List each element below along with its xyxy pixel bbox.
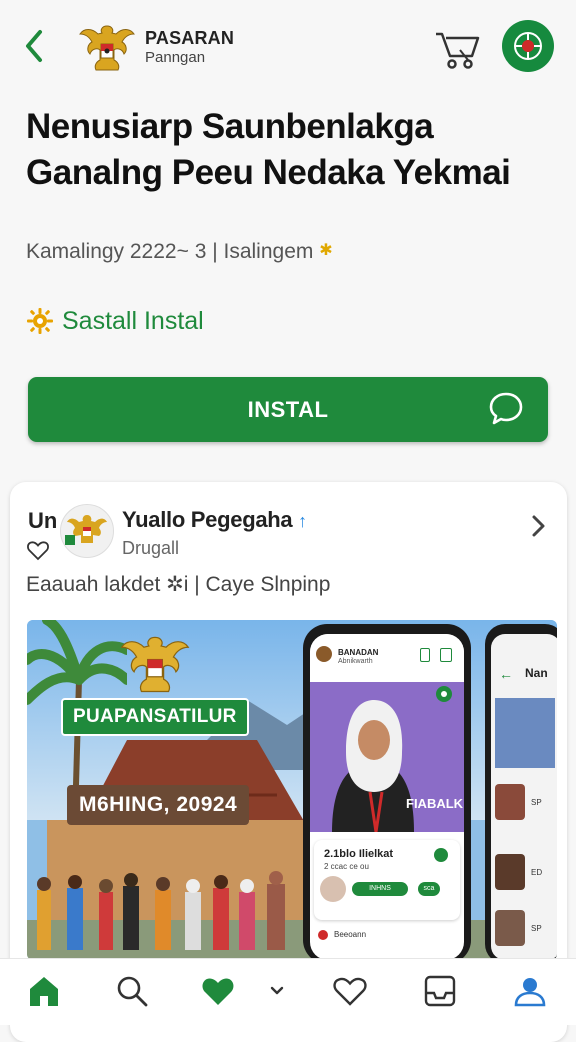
sun-gear-icon xyxy=(27,308,53,334)
bottom-navigation xyxy=(0,958,576,1025)
back-button[interactable] xyxy=(20,26,54,66)
garuda-emblem-icon xyxy=(79,25,135,71)
post-author-name: Yuallo Pegegaha xyxy=(122,507,293,532)
chevron-right-icon[interactable] xyxy=(528,512,548,540)
phone-mockup-main: BANADAN Abnikwarth FIABALK 2.1blo Ilielk… xyxy=(303,624,471,960)
phone-hero: FIABALK xyxy=(310,682,464,833)
install-button-label: INSTAL xyxy=(247,397,329,422)
post-description: Eaauah lakdet ✲i | Caye Slnpinp xyxy=(26,573,331,596)
banner-tag-green: PUAPANSATILUR xyxy=(61,698,249,736)
phone2-label: Nan xyxy=(525,666,548,680)
heart-outline-icon[interactable] xyxy=(26,538,50,562)
phone2-thumb-2 xyxy=(495,854,525,890)
post-author[interactable]: Yuallo Pegegaha ↑ xyxy=(122,507,307,533)
heart-outline-icon[interactable] xyxy=(332,973,368,1009)
phone-mockup-secondary: ← Nan SP ED SP xyxy=(485,624,557,960)
cart-icon xyxy=(436,32,480,69)
install-button[interactable]: INSTAL xyxy=(28,377,548,442)
phone-app-subname: Abnikwarth xyxy=(338,658,373,665)
post-banner-image[interactable]: PUAPANSATILUR M6HING, 20924 BANADAN Abni… xyxy=(27,620,557,960)
phone-location-icon xyxy=(434,848,448,862)
home-icon[interactable] xyxy=(26,973,62,1009)
profile-badge-button[interactable] xyxy=(502,20,554,72)
phone-screen-secondary: ← Nan SP ED SP xyxy=(491,634,557,960)
phone-info-sub: 2 ccac ce ou xyxy=(324,862,369,871)
chevron-left-icon xyxy=(26,30,42,62)
app-meta: Kamalingy 2222~ 3 | Isalingem ✱ xyxy=(26,240,333,264)
inbox-icon[interactable] xyxy=(422,973,458,1009)
phone-app-logo xyxy=(316,646,332,662)
banner-tag-date: M6HING, 20924 xyxy=(67,785,250,825)
phone2-row-2: ED xyxy=(531,868,543,877)
phone2-photo xyxy=(495,698,555,768)
heart-filled-icon[interactable] xyxy=(200,973,236,1009)
phone2-back-icon: ← xyxy=(499,666,513,682)
phone-info-title: 2.1blo Ilielkat xyxy=(324,848,394,860)
sparkle-icon: ✱ xyxy=(319,242,333,259)
phone-app-name: BANADAN xyxy=(338,648,379,657)
phone-app-header: BANADAN Abnikwarth xyxy=(310,634,464,678)
bookmark-icon xyxy=(420,648,430,662)
emblem-badge-icon xyxy=(514,32,542,60)
phone-screen: BANADAN Abnikwarth FIABALK 2.1blo Ilielk… xyxy=(310,634,464,960)
app-header: PASARAN Panngan xyxy=(0,0,576,92)
phone-avatar xyxy=(320,876,346,902)
phone2-row-1: SP xyxy=(531,798,542,807)
crowd-figures xyxy=(37,871,285,950)
post-subtitle: Drugall xyxy=(122,538,180,558)
phone2-row-3: SP xyxy=(531,924,542,933)
phone-info-card: 2.1blo Ilielkat 2 ccac ce ou INHNS sca xyxy=(314,840,460,920)
brand-name: PASARAN xyxy=(145,28,235,48)
card-prefix: Un xyxy=(28,508,58,533)
app-title: Nenusiarp Saunbenlakga Ganalng Peeu Neda… xyxy=(26,107,511,192)
chat-bubble-icon xyxy=(489,392,523,425)
garuda-emblem-icon xyxy=(120,636,190,693)
phone-pill-1: INHNS xyxy=(352,882,408,896)
phone-pill-2: sca xyxy=(418,882,440,896)
avatar[interactable] xyxy=(60,504,114,558)
install-status-text: Sastall Instal xyxy=(62,306,204,335)
search-icon[interactable] xyxy=(114,973,150,1009)
phone-footer-dot xyxy=(318,930,328,940)
verified-mark: ↑ xyxy=(298,511,307,531)
garuda-avatar-icon xyxy=(61,505,113,557)
install-status: Sastall Instal xyxy=(26,304,204,338)
phone-hero-caption: FIABALK xyxy=(406,796,464,811)
profile-icon[interactable] xyxy=(512,973,548,1009)
chevron-down-icon[interactable] xyxy=(262,973,292,1009)
phone2-thumb-3 xyxy=(495,910,525,946)
phone-footer-text: Beeoann xyxy=(334,930,367,939)
phone2-thumb-1 xyxy=(495,784,525,820)
document-icon xyxy=(440,648,452,662)
brand-subtitle: Panngan xyxy=(145,49,206,66)
app-meta-text: Kamalingy 2222~ 3 | Isalingem xyxy=(26,240,314,263)
cart-button[interactable] xyxy=(434,26,480,70)
